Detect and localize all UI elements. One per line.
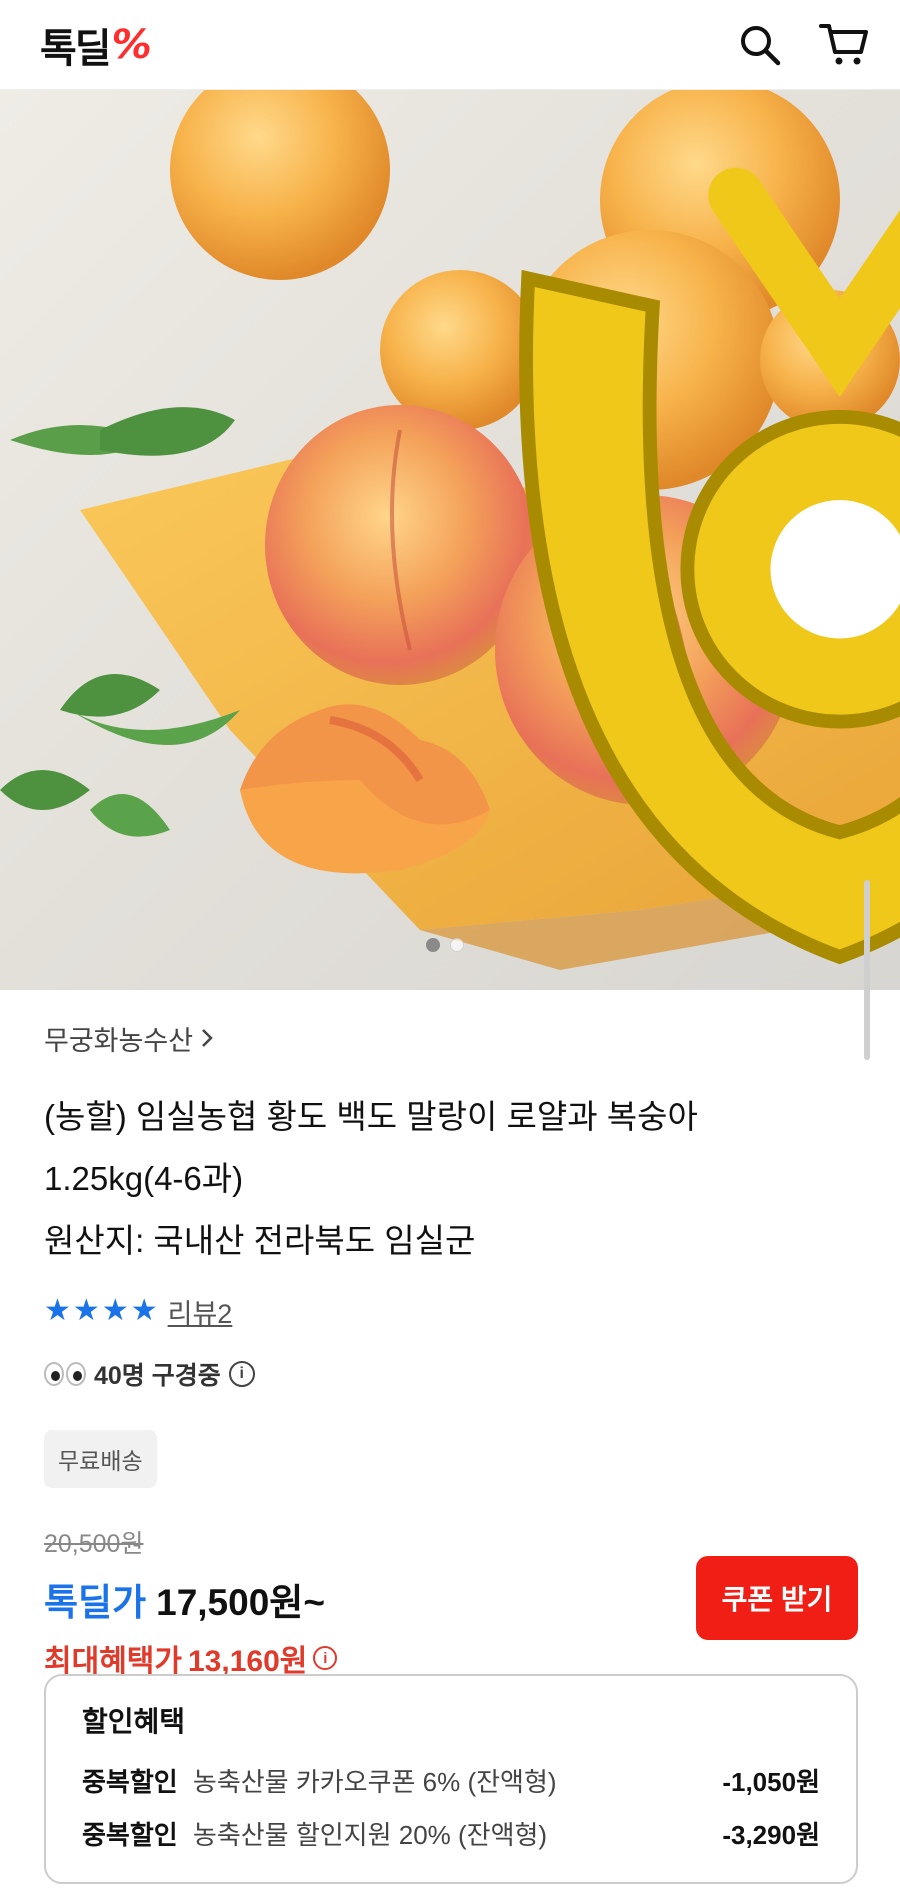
carousel-indicator (426, 938, 464, 952)
origin-text: 원산지: 국내산 전라북도 임실군 (44, 1222, 476, 1259)
discount-row: 중복할인 농축산물 카카오쿠폰 6% (잔액형) -1,050원 (82, 1762, 820, 1799)
discount-amount: -3,290원 (722, 1820, 820, 1850)
nonghyup-badge: 농협 (430, 140, 900, 990)
rating-row: ★ ★ ★ ★ 리뷰2 (44, 1288, 874, 1334)
star-icon: ★ (72, 1294, 100, 1327)
discount-desc: 농축산물 카카오쿠폰 6% (잔액형) (192, 1767, 557, 1797)
deal-price-label: 톡딜가 (44, 1582, 147, 1623)
info-icon[interactable]: i (313, 1646, 338, 1670)
info-icon[interactable]: i (228, 1361, 255, 1387)
deal-price-value: 17,500원~ (156, 1582, 325, 1623)
discount-type: 중복할인 (82, 1767, 178, 1797)
cart-icon[interactable] (816, 17, 872, 73)
discount-desc: 농축산물 할인지원 20% (잔액형) (192, 1820, 548, 1850)
viewers-label: 40명 구경중 (94, 1362, 221, 1390)
header-actions (732, 17, 872, 73)
logo[interactable]: 톡딜 % (40, 16, 152, 74)
seller-link[interactable]: 무궁화농수산 (44, 1010, 874, 1066)
eyes-icon (44, 1362, 86, 1386)
discount-type: 중복할인 (82, 1820, 178, 1850)
star-icon: ★ (44, 1294, 71, 1327)
discount-title: 할인혜택 (82, 1706, 186, 1737)
star-icon: ★ (101, 1294, 129, 1327)
viewers-count: 40명 구경중 i (44, 1352, 874, 1396)
original-price: 20,500원 (44, 1530, 144, 1558)
free-shipping-badge: 무료배송 (44, 1430, 157, 1488)
review-link[interactable]: 리뷰2 (168, 1292, 233, 1331)
carousel-dot-1[interactable] (426, 938, 440, 952)
star-rating: ★ ★ ★ ★ (44, 1296, 158, 1326)
search-icon[interactable] (732, 17, 788, 73)
carousel-dot-2[interactable] (450, 938, 464, 952)
logo-text: 톡딜 (40, 25, 112, 72)
chevron-right-icon (202, 1029, 213, 1047)
nonghyup-logo-icon (519, 167, 900, 965)
star-icon: ★ (130, 1294, 158, 1327)
app-header: 톡딜 % (0, 0, 900, 90)
get-coupon-button[interactable]: 쿠폰 받기 (696, 1556, 858, 1640)
logo-symbol: % (111, 21, 152, 68)
product-title: (농할) 임실농협 황도 백도 말랑이 로얄과 복숭아 1.25kg(4-6과)… (44, 1086, 874, 1272)
discount-amount: -1,050원 (722, 1767, 820, 1797)
title-line-1: (농할) 임실농협 황도 백도 말랑이 로얄과 복숭아 (44, 1098, 698, 1135)
title-line-2: 1.25kg(4-6과) (44, 1160, 244, 1197)
discount-benefits-box: 할인혜택 중복할인 농축산물 카카오쿠폰 6% (잔액형) -1,050원 중복… (44, 1674, 858, 1884)
discount-row: 중복할인 농축산물 할인지원 20% (잔액형) -3,290원 (82, 1815, 820, 1852)
product-image-carousel[interactable]: 농협 (0, 90, 900, 990)
seller-name: 무궁화농수산 (44, 1025, 194, 1056)
